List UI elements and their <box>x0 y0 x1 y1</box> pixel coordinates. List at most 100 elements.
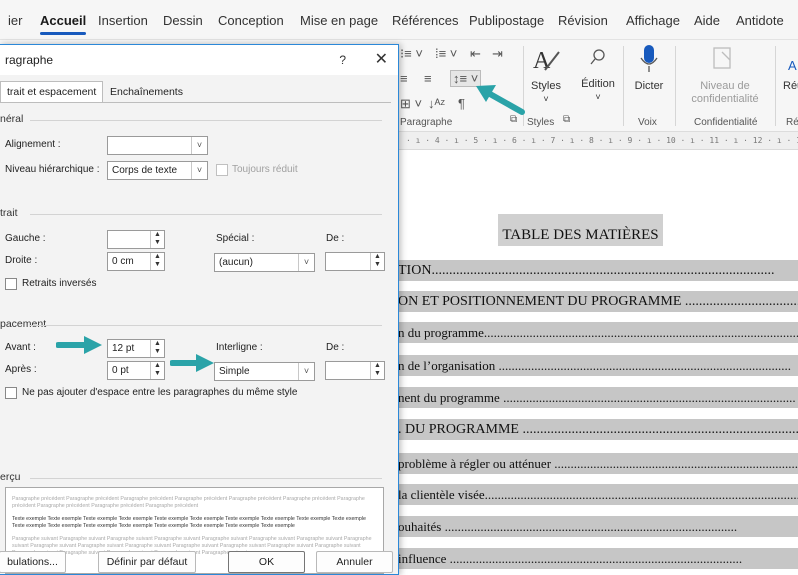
interligne-dropdown[interactable]: Simple ˅ <box>214 362 315 381</box>
styles-icon[interactable]: A <box>531 46 561 74</box>
ne-pas-ajouter-checkbox[interactable] <box>5 387 17 399</box>
annuler-button[interactable]: Annuler <box>316 551 393 573</box>
avant-spinner[interactable]: 12 pt ▲ ▼ <box>107 339 165 358</box>
ribbon-separator <box>675 46 676 126</box>
de-spinner[interactable]: ▲ ▼ <box>325 252 385 271</box>
tab-antidote[interactable]: Antidote <box>736 13 784 28</box>
droite-label: Droite : <box>5 255 38 266</box>
tab-conception[interactable]: Conception <box>218 13 284 28</box>
special-dropdown[interactable]: (aucun) ˅ <box>214 253 315 272</box>
toc-dots: ........................................… <box>484 487 798 502</box>
search-icon[interactable] <box>589 48 607 68</box>
edition-button[interactable]: Édition <box>578 78 618 90</box>
definir-par-defaut-button[interactable]: Définir par défaut <box>98 551 196 573</box>
retraits-inverses-checkbox[interactable] <box>5 278 17 290</box>
toc-line[interactable]: problème à régler ou atténuer ..........… <box>398 453 798 474</box>
section-divider <box>30 214 382 215</box>
bullets-icon[interactable]: ⁝≡ ˅ <box>400 46 423 62</box>
tab-insertion[interactable]: Insertion <box>98 13 148 28</box>
align-center-icon[interactable]: ≡ <box>400 71 408 86</box>
styles-button[interactable]: Styles <box>526 80 566 92</box>
document-page[interactable]: TABLE DES MATIÈRES TION.................… <box>398 150 798 575</box>
close-button[interactable]: ✕ <box>375 49 388 69</box>
interligne-label: Interligne : <box>216 342 263 353</box>
section-espacement-heading: pacement <box>0 318 47 330</box>
special-label: Spécial : <box>216 233 255 244</box>
apres-spinner[interactable]: 0 pt ▲ ▼ <box>107 361 165 380</box>
justify-icon[interactable]: ≡ <box>424 71 432 86</box>
toc-line[interactable]: n du programme..........................… <box>398 322 798 343</box>
tab-aide[interactable]: Aide <box>694 13 720 28</box>
toc-line[interactable]: influence ..............................… <box>398 548 798 569</box>
niveau-dropdown[interactable]: Corps de texte ˅ <box>107 161 208 180</box>
tab-publipostage[interactable]: Publipostage <box>469 13 544 28</box>
niveau-label: Niveau hiérarchique : <box>5 164 100 175</box>
multilevel-list-icon[interactable]: ⁞≡ ˅ <box>435 46 457 61</box>
retraits-inverses-label: Retraits inversés <box>22 278 97 289</box>
de2-label: De : <box>326 342 345 353</box>
borders-icon[interactable]: ⊞ ˅ <box>400 96 422 112</box>
toc-line[interactable]: la clientèle visée......................… <box>398 484 798 505</box>
edition-chevron-icon[interactable]: ˅ <box>578 92 618 102</box>
spin-arrows-icon[interactable]: ▲ ▼ <box>150 362 164 379</box>
styles-chevron-icon[interactable]: ˅ <box>526 94 566 104</box>
tab-affichage[interactable]: Affichage <box>626 13 680 28</box>
spin-arrows-icon[interactable]: ▲ ▼ <box>150 253 164 270</box>
spin-arrows-icon[interactable]: ▲ ▼ <box>370 253 384 270</box>
help-button[interactable]: ? <box>339 53 346 67</box>
tab-fichier[interactable]: ier <box>8 13 22 28</box>
toc-title: TABLE DES MATIÈRES <box>498 214 663 246</box>
de2-spinner[interactable]: ▲ ▼ <box>325 361 385 380</box>
microphone-icon[interactable] <box>640 44 658 74</box>
spin-arrows-icon[interactable]: ▲ ▼ <box>150 340 164 357</box>
increase-indent-icon[interactable]: ⇥ <box>492 46 503 62</box>
de-label: De : <box>326 233 345 244</box>
ok-button[interactable]: OK <box>228 551 305 573</box>
tab-enchainements[interactable]: Enchaînements <box>103 81 190 103</box>
toc-line[interactable]: ouhaités ...............................… <box>398 516 798 537</box>
toc-line-text: la clientèle visée <box>398 487 485 502</box>
tab-dessin[interactable]: Dessin <box>163 13 203 28</box>
dialog-titlebar[interactable]: ragraphe <box>0 45 398 75</box>
sort-icon[interactable]: ↓ᴬᶻ <box>428 96 445 111</box>
toc-line[interactable]: TION....................................… <box>398 260 798 281</box>
toc-line-text: problème à régler ou atténuer <box>398 456 552 471</box>
toujours-reduit-checkbox[interactable] <box>216 164 228 176</box>
toc-line[interactable]: n de l’organisation ....................… <box>398 355 798 376</box>
tab-accueil[interactable]: Accueil <box>40 13 87 35</box>
toc-line[interactable]: ON ET POSITIONNEMENT DU PROGRAMME ......… <box>398 291 798 312</box>
toc-line-text: ouhaités <box>398 519 442 534</box>
toc-dots: ........................................… <box>522 422 798 437</box>
pilcrow-icon[interactable]: ¶ <box>458 96 465 111</box>
spin-arrows-icon[interactable]: ▲ ▼ <box>370 362 384 379</box>
dicter-button[interactable]: Dicter <box>628 80 670 92</box>
dialog-title: ragraphe <box>5 53 54 67</box>
tab-mise-en-page[interactable]: Mise en page <box>300 13 378 28</box>
tab-revision[interactable]: Révision <box>558 13 608 28</box>
section-divider <box>30 325 382 326</box>
toc-line[interactable]: . DU PROGRAMME .........................… <box>398 419 798 440</box>
styles-launcher-icon[interactable]: ⧉ <box>563 114 570 125</box>
alignement-dropdown[interactable]: ˅ <box>107 136 208 155</box>
toc-dots: ........................................… <box>431 263 775 278</box>
toc-dots: ........................................… <box>684 294 798 309</box>
ne-pas-ajouter-label: Ne pas ajouter d'espace entre les paragr… <box>22 387 298 398</box>
reutiliser-icon[interactable]: A <box>788 58 797 73</box>
avant-value: 12 pt <box>112 343 135 354</box>
spin-arrows-icon[interactable]: ▲ ▼ <box>150 231 164 248</box>
apres-label: Après : <box>5 364 37 375</box>
tab-references[interactable]: Références <box>392 13 458 28</box>
horizontal-ruler[interactable]: · ı · 4 · ı · 5 · ı · 6 · ı · 7 · ı · 8 … <box>398 132 798 150</box>
gauche-spinner[interactable]: ▲ ▼ <box>107 230 165 249</box>
toc-line-text: influence <box>398 551 447 566</box>
tab-retrait-espacement[interactable]: trait et espacement <box>0 81 104 103</box>
toc-line[interactable]: nent du programme ......................… <box>398 387 798 408</box>
decrease-indent-icon[interactable]: ⇤ <box>470 46 481 62</box>
ribbon-separator <box>623 46 624 126</box>
niveau-confidentialite-button[interactable]: Niveau de confidentialité <box>682 80 768 106</box>
toc-line-text: nent du programme <box>398 390 500 405</box>
reutiliser-button[interactable]: Réu <box>783 80 798 92</box>
tabulations-button[interactable]: bulations... <box>0 551 66 573</box>
droite-spinner[interactable]: 0 cm ▲ ▼ <box>107 252 165 271</box>
gauche-label: Gauche : <box>5 233 46 244</box>
